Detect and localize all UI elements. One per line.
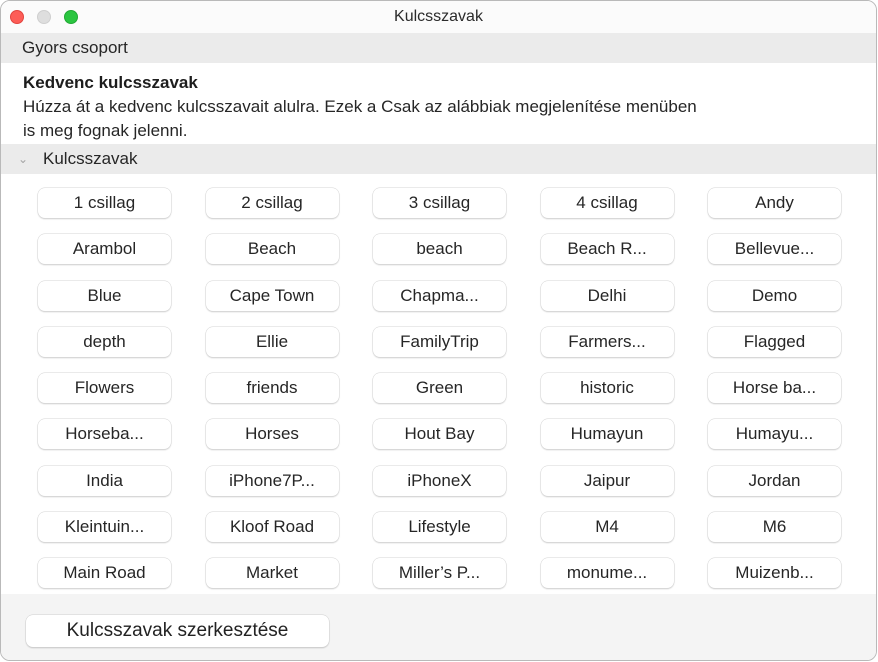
keyword-chip[interactable]: Muizenb... <box>708 558 841 589</box>
chevron-down-icon[interactable]: ⌄ <box>15 144 31 174</box>
keyword-chip[interactable]: iPhoneX <box>373 465 506 496</box>
title-bar[interactable]: Kulcsszavak <box>1 1 876 33</box>
keyword-chip[interactable]: Jordan <box>708 465 841 496</box>
keyword-chip[interactable]: FamilyTrip <box>373 326 506 357</box>
keyword-chip[interactable]: Beach R... <box>540 234 674 265</box>
keywords-section-header[interactable]: ⌄ Kulcsszavak <box>1 144 876 174</box>
keyword-chip[interactable]: Horseba... <box>38 419 171 450</box>
keyword-chip[interactable]: Humayu... <box>708 419 841 450</box>
quick-group-header: Gyors csoport <box>1 33 876 63</box>
keyword-chip[interactable]: Jaipur <box>540 465 674 496</box>
keyword-chip[interactable]: Miller’s P... <box>373 558 506 589</box>
keyword-chip[interactable]: 2 csillag <box>205 188 339 218</box>
keyword-chip[interactable]: Horse ba... <box>708 373 841 404</box>
keyword-chip[interactable]: 3 csillag <box>373 188 506 218</box>
keyword-chip[interactable]: Blue <box>38 280 171 311</box>
keyword-chip[interactable]: Andy <box>708 188 841 218</box>
keyword-chip[interactable]: friends <box>205 373 339 404</box>
keyword-chip[interactable]: historic <box>540 373 674 404</box>
edit-keywords-button[interactable]: Kulcsszavak szerkesztése <box>26 615 329 647</box>
keywords-section-label: Kulcsszavak <box>43 149 138 168</box>
keyword-chip[interactable]: depth <box>38 326 171 357</box>
keyword-chip[interactable]: Ellie <box>205 326 339 357</box>
keyword-chip[interactable]: Beach <box>205 234 339 265</box>
keyword-chip[interactable]: India <box>38 465 171 496</box>
keyword-chip[interactable]: 4 csillag <box>540 188 674 218</box>
keyword-chip[interactable]: Bellevue... <box>708 234 841 265</box>
footer-bar: Kulcsszavak szerkesztése <box>1 594 876 660</box>
keyword-chip[interactable]: M4 <box>540 512 674 543</box>
window-title: Kulcsszavak <box>394 8 483 25</box>
keyword-chip[interactable]: Cape Town <box>205 280 339 311</box>
keyword-chip[interactable]: Chapma... <box>373 280 506 311</box>
keyword-chip[interactable]: Market <box>205 558 339 589</box>
keyword-chip[interactable]: Hout Bay <box>373 419 506 450</box>
keyword-chip[interactable]: Kloof Road <box>205 512 339 543</box>
keyword-chip[interactable]: Demo <box>708 280 841 311</box>
minimize-button[interactable] <box>37 10 51 24</box>
keyword-chip[interactable]: Green <box>373 373 506 404</box>
keyword-chip[interactable]: Flagged <box>708 326 841 357</box>
keyword-chip[interactable]: Humayun <box>540 419 674 450</box>
keyword-chip[interactable]: Main Road <box>38 558 171 589</box>
keyword-chip[interactable]: Flowers <box>38 373 171 404</box>
favorite-keywords-description-line-2: is meg fognak jelenni. <box>23 121 188 140</box>
favorite-keywords-block: Kedvenc kulcsszavak Húzza át a kedvenc k… <box>23 71 843 143</box>
keyword-chip[interactable]: Farmers... <box>540 326 674 357</box>
favorite-keywords-title: Kedvenc kulcsszavak <box>23 73 198 92</box>
keyword-chip[interactable]: 1 csillag <box>38 188 171 218</box>
keyword-grid: 1 csillag 2 csillag 3 csillag 4 csillag Andy… <box>38 188 841 589</box>
favorite-keywords-description-line-1: Húzza át a kedvenc kulcsszavait alulra. … <box>23 97 697 116</box>
keywords-window: Kulcsszavak Gyors csoport Kedvenc kulcss… <box>0 0 877 661</box>
zoom-button[interactable] <box>64 10 78 24</box>
keyword-chip[interactable]: iPhone7P... <box>205 465 339 496</box>
keyword-chip[interactable]: M6 <box>708 512 841 543</box>
close-button[interactable] <box>10 10 24 24</box>
keyword-chip[interactable]: beach <box>373 234 506 265</box>
keyword-chip[interactable]: Kleintuin... <box>38 512 171 543</box>
keyword-chip[interactable]: Delhi <box>540 280 674 311</box>
keyword-chip[interactable]: Horses <box>205 419 339 450</box>
keyword-chip[interactable]: Arambol <box>38 234 171 265</box>
keyword-chip[interactable]: monume... <box>540 558 674 589</box>
keyword-chip[interactable]: Lifestyle <box>373 512 506 543</box>
